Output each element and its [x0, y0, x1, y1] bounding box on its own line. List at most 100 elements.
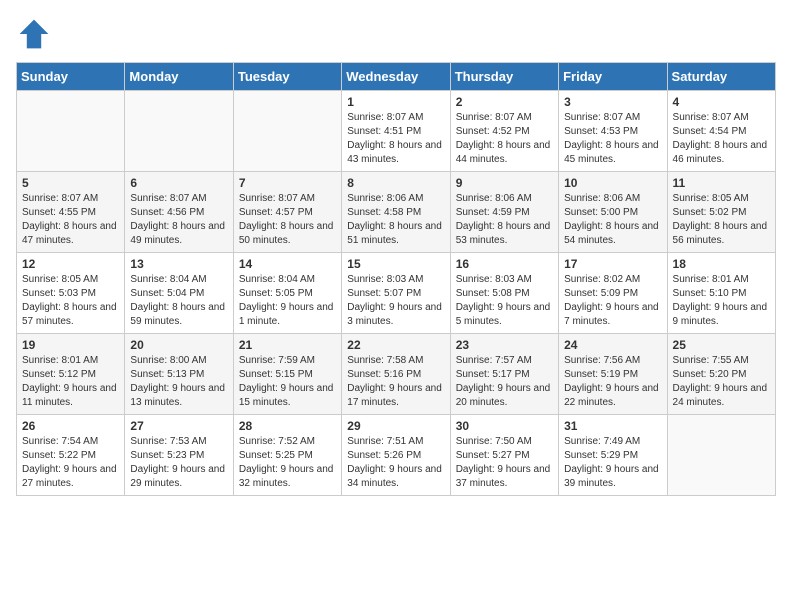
day-info: Sunrise: 8:07 AM Sunset: 4:52 PM Dayligh…: [456, 111, 553, 167]
day-number: 1: [347, 95, 444, 109]
day-number: 7: [239, 176, 336, 190]
day-number: 8: [347, 176, 444, 190]
calendar-cell: 1 Sunrise: 8:07 AM Sunset: 4:51 PM Daylig…: [342, 91, 450, 172]
calendar-cell: [125, 91, 233, 172]
calendar-cell: 19 Sunrise: 8:01 AM Sunset: 5:12 PM Dayli…: [17, 334, 125, 415]
day-number: 2: [456, 95, 553, 109]
calendar-cell: 6 Sunrise: 8:07 AM Sunset: 4:56 PM Daylig…: [125, 172, 233, 253]
calendar-header: SundayMondayTuesdayWednesdayThursdayFrid…: [17, 63, 776, 91]
calendar-cell: 27 Sunrise: 7:53 AM Sunset: 5:23 PM Dayli…: [125, 415, 233, 496]
week-row-1: 1 Sunrise: 8:07 AM Sunset: 4:51 PM Daylig…: [17, 91, 776, 172]
day-info: Sunrise: 7:56 AM Sunset: 5:19 PM Dayligh…: [564, 354, 661, 410]
day-number: 31: [564, 419, 661, 433]
day-number: 26: [22, 419, 119, 433]
day-info: Sunrise: 7:51 AM Sunset: 5:26 PM Dayligh…: [347, 435, 444, 491]
day-number: 4: [673, 95, 770, 109]
calendar-cell: 24 Sunrise: 7:56 AM Sunset: 5:19 PM Dayli…: [559, 334, 667, 415]
calendar-cell: 17Sunrise: 8:02 AM Sunset: 5:09 PM Dayli…: [559, 253, 667, 334]
day-number: 23: [456, 338, 553, 352]
calendar-cell: 13Sunrise: 8:04 AM Sunset: 5:04 PM Dayli…: [125, 253, 233, 334]
calendar-cell: 5 Sunrise: 8:07 AM Sunset: 4:55 PM Daylig…: [17, 172, 125, 253]
day-number: 20: [130, 338, 227, 352]
day-info: Sunrise: 7:53 AM Sunset: 5:23 PM Dayligh…: [130, 435, 227, 491]
day-number: 13: [130, 257, 227, 271]
day-number: 27: [130, 419, 227, 433]
day-info: Sunrise: 8:05 AM Sunset: 5:02 PM Dayligh…: [673, 192, 770, 248]
calendar-cell: 16 Sunrise: 8:03 AM Sunset: 5:08 PM Dayli…: [450, 253, 558, 334]
day-info: Sunrise: 7:58 AM Sunset: 5:16 PM Dayligh…: [347, 354, 444, 410]
calendar-cell: [667, 415, 775, 496]
calendar-cell: 25 Sunrise: 7:55 AM Sunset: 5:20 PM Dayli…: [667, 334, 775, 415]
header-monday: Monday: [125, 63, 233, 91]
day-number: 9: [456, 176, 553, 190]
day-number: 28: [239, 419, 336, 433]
calendar-cell: 11 Sunrise: 8:05 AM Sunset: 5:02 PM Dayli…: [667, 172, 775, 253]
day-number: 22: [347, 338, 444, 352]
logo-icon: [16, 16, 52, 52]
day-number: 18: [673, 257, 770, 271]
day-info: Sunrise: 8:06 AM Sunset: 4:59 PM Dayligh…: [456, 192, 553, 248]
day-number: 16: [456, 257, 553, 271]
header-sunday: Sunday: [17, 63, 125, 91]
calendar-cell: 9 Sunrise: 8:06 AM Sunset: 4:59 PM Daylig…: [450, 172, 558, 253]
calendar-cell: 18 Sunrise: 8:01 AM Sunset: 5:10 PM Dayli…: [667, 253, 775, 334]
header-friday: Friday: [559, 63, 667, 91]
day-info: Sunrise: 8:00 AM Sunset: 5:13 PM Dayligh…: [130, 354, 227, 410]
day-number: 24: [564, 338, 661, 352]
week-row-4: 19 Sunrise: 8:01 AM Sunset: 5:12 PM Dayli…: [17, 334, 776, 415]
day-number: 6: [130, 176, 227, 190]
calendar-cell: 31Sunrise: 7:49 AM Sunset: 5:29 PM Dayli…: [559, 415, 667, 496]
day-number: 14: [239, 257, 336, 271]
calendar-cell: 14 Sunrise: 8:04 AM Sunset: 5:05 PM Dayli…: [233, 253, 341, 334]
calendar-cell: 30 Sunrise: 7:50 AM Sunset: 5:27 PM Dayli…: [450, 415, 558, 496]
day-info: Sunrise: 8:07 AM Sunset: 4:55 PM Dayligh…: [22, 192, 119, 248]
day-info: Sunrise: 8:01 AM Sunset: 5:10 PM Dayligh…: [673, 273, 770, 329]
calendar-cell: 21Sunrise: 7:59 AM Sunset: 5:15 PM Dayli…: [233, 334, 341, 415]
day-info: Sunrise: 8:07 AM Sunset: 4:54 PM Dayligh…: [673, 111, 770, 167]
calendar-cell: 7 Sunrise: 8:07 AM Sunset: 4:57 PM Daylig…: [233, 172, 341, 253]
calendar-cell: [233, 91, 341, 172]
day-info: Sunrise: 7:52 AM Sunset: 5:25 PM Dayligh…: [239, 435, 336, 491]
day-number: 5: [22, 176, 119, 190]
calendar-cell: 12Sunrise: 8:05 AM Sunset: 5:03 PM Dayli…: [17, 253, 125, 334]
day-info: Sunrise: 8:07 AM Sunset: 4:51 PM Dayligh…: [347, 111, 444, 167]
day-info: Sunrise: 7:57 AM Sunset: 5:17 PM Dayligh…: [456, 354, 553, 410]
calendar-cell: [17, 91, 125, 172]
day-info: Sunrise: 8:03 AM Sunset: 5:07 PM Dayligh…: [347, 273, 444, 329]
header-thursday: Thursday: [450, 63, 558, 91]
calendar-cell: 10 Sunrise: 8:06 AM Sunset: 5:00 PM Dayli…: [559, 172, 667, 253]
calendar-cell: 23 Sunrise: 7:57 AM Sunset: 5:17 PM Dayli…: [450, 334, 558, 415]
logo: [16, 16, 56, 52]
day-info: Sunrise: 8:03 AM Sunset: 5:08 PM Dayligh…: [456, 273, 553, 329]
day-number: 11: [673, 176, 770, 190]
day-info: Sunrise: 8:04 AM Sunset: 5:05 PM Dayligh…: [239, 273, 336, 329]
day-info: Sunrise: 7:50 AM Sunset: 5:27 PM Dayligh…: [456, 435, 553, 491]
header-tuesday: Tuesday: [233, 63, 341, 91]
calendar-cell: 15 Sunrise: 8:03 AM Sunset: 5:07 PM Dayli…: [342, 253, 450, 334]
calendar-cell: 4 Sunrise: 8:07 AM Sunset: 4:54 PM Daylig…: [667, 91, 775, 172]
week-row-5: 26Sunrise: 7:54 AM Sunset: 5:22 PM Dayli…: [17, 415, 776, 496]
day-number: 12: [22, 257, 119, 271]
page-header: [16, 16, 776, 52]
day-number: 3: [564, 95, 661, 109]
header-saturday: Saturday: [667, 63, 775, 91]
calendar-cell: 2 Sunrise: 8:07 AM Sunset: 4:52 PM Daylig…: [450, 91, 558, 172]
week-row-2: 5 Sunrise: 8:07 AM Sunset: 4:55 PM Daylig…: [17, 172, 776, 253]
day-info: Sunrise: 8:06 AM Sunset: 5:00 PM Dayligh…: [564, 192, 661, 248]
header-row: SundayMondayTuesdayWednesdayThursdayFrid…: [17, 63, 776, 91]
day-info: Sunrise: 8:07 AM Sunset: 4:57 PM Dayligh…: [239, 192, 336, 248]
day-info: Sunrise: 7:55 AM Sunset: 5:20 PM Dayligh…: [673, 354, 770, 410]
calendar-body: 1 Sunrise: 8:07 AM Sunset: 4:51 PM Daylig…: [17, 91, 776, 496]
day-info: Sunrise: 8:01 AM Sunset: 5:12 PM Dayligh…: [22, 354, 119, 410]
day-info: Sunrise: 8:06 AM Sunset: 4:58 PM Dayligh…: [347, 192, 444, 248]
calendar-cell: 3Sunrise: 8:07 AM Sunset: 4:53 PM Daylig…: [559, 91, 667, 172]
day-number: 17: [564, 257, 661, 271]
day-number: 19: [22, 338, 119, 352]
calendar-cell: 28 Sunrise: 7:52 AM Sunset: 5:25 PM Dayli…: [233, 415, 341, 496]
day-number: 29: [347, 419, 444, 433]
day-info: Sunrise: 8:07 AM Sunset: 4:56 PM Dayligh…: [130, 192, 227, 248]
day-number: 30: [456, 419, 553, 433]
day-number: 10: [564, 176, 661, 190]
day-number: 15: [347, 257, 444, 271]
day-number: 25: [673, 338, 770, 352]
